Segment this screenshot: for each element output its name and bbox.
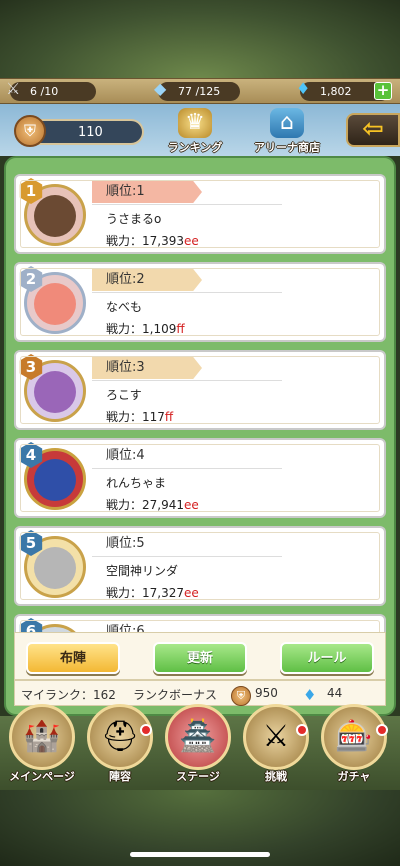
ranking-list[interactable]: 1 順位:1 うさまるo 戦力：17,393ee 2 順位:2 なべも 戦力：1…: [14, 168, 386, 632]
nav-main-page[interactable]: 🏰 メインページ: [6, 704, 78, 786]
back-button[interactable]: ⇦: [346, 113, 400, 147]
player-power: 戦力：117ff: [106, 410, 174, 424]
swords-icon: ⚔: [6, 79, 21, 98]
resource-bar: ⚔ 6 /10 ◆ 77 /125 ♦ 1,802 +: [0, 78, 400, 104]
ranking-row[interactable]: 2 順位:2 なべも 戦力：1,109ff: [14, 262, 386, 342]
medal-icon: ⛨: [231, 686, 251, 706]
player-power: 戦力：1,109ff: [106, 322, 185, 336]
rank-label: 順位:2: [92, 269, 202, 291]
medal-counter: ⛨ 110: [14, 115, 144, 147]
player-power: 戦力：17,393ee: [106, 234, 199, 248]
knight-icon: ⛑: [87, 704, 153, 770]
castle-icon: 🏰: [9, 704, 75, 770]
player-power: 戦力：17,327ee: [106, 586, 199, 600]
ranking-button[interactable]: ♛ ランキング: [160, 108, 230, 154]
crystal-counter: ◆ 77 /125: [154, 79, 240, 101]
refresh-button[interactable]: 更新: [153, 642, 247, 674]
fortress-icon: 🏯: [165, 704, 231, 770]
player-power: 戦力：27,941ee: [106, 498, 199, 512]
ranking-row[interactable]: 3 順位:3 ろこす 戦力：117ff: [14, 350, 386, 430]
shop-icon: ⌂: [270, 108, 304, 138]
player-name: うさまるo: [106, 212, 162, 226]
formation-button[interactable]: 布陣: [26, 642, 120, 674]
rank-label: 順位:4: [92, 445, 202, 467]
nav-stage[interactable]: 🏯 ステージ: [162, 704, 234, 786]
rank-label: 順位:1: [92, 181, 202, 203]
gem-counter: ♦ 1,802 +: [296, 79, 392, 101]
notification-dot: [296, 724, 308, 736]
top-background: [0, 0, 400, 80]
add-gems-button[interactable]: +: [374, 82, 392, 100]
rank-label: 順位:3: [92, 357, 202, 379]
rank-bonus-label: ランクボーナス: [133, 688, 218, 702]
home-indicator[interactable]: [130, 852, 270, 857]
ranking-row[interactable]: 6 順位:6: [14, 614, 386, 632]
trophy-icon: ♛: [178, 108, 212, 138]
bonus-gems: 44: [327, 686, 343, 700]
ranking-row[interactable]: 5 順位:5 空間神リンダ 戦力：17,327ee: [14, 526, 386, 606]
ranking-row[interactable]: 1 順位:1 うさまるo 戦力：17,393ee: [14, 174, 386, 254]
ranking-row[interactable]: 4 順位:4 れんちゃま 戦力：27,941ee: [14, 438, 386, 518]
bonus-medals: 950: [255, 686, 278, 700]
diamond-icon: ♦: [303, 686, 317, 704]
notification-dot: [140, 724, 152, 736]
crystal-icon: ◆: [154, 79, 167, 98]
diamond-icon: ♦: [296, 79, 311, 98]
rank-info-bar: マイランク：162 ランクボーナス ⛨ 950 ♦ 44: [14, 680, 386, 706]
nav-team[interactable]: ⛑ 陣容: [84, 704, 156, 786]
player-name: 空間神リンダ: [106, 564, 179, 578]
rank-label: 順位:6: [92, 621, 202, 632]
rules-button[interactable]: ルール: [280, 642, 374, 674]
player-name: なべも: [106, 300, 143, 314]
medal-icon: ⛨: [14, 115, 46, 147]
player-name: ろこす: [106, 388, 142, 402]
arena-shop-button[interactable]: ⌂ アリーナ商店: [252, 108, 322, 154]
rank-badge: 6: [19, 618, 43, 632]
nav-gacha[interactable]: 🎰 ガチャ: [318, 704, 390, 786]
back-arrow-icon: ⇦: [362, 114, 384, 144]
player-name: れんちゃま: [106, 476, 167, 490]
gacha-machine-icon: 🎰: [321, 704, 387, 770]
shield-swords-icon: ⚔: [243, 704, 309, 770]
notification-dot: [376, 724, 388, 736]
my-rank: マイランク：162: [21, 688, 116, 702]
nav-challenge[interactable]: ⚔ 挑戦: [240, 704, 312, 786]
rank-label: 順位:5: [92, 533, 202, 555]
stamina-counter: ⚔ 6 /10: [6, 79, 96, 101]
